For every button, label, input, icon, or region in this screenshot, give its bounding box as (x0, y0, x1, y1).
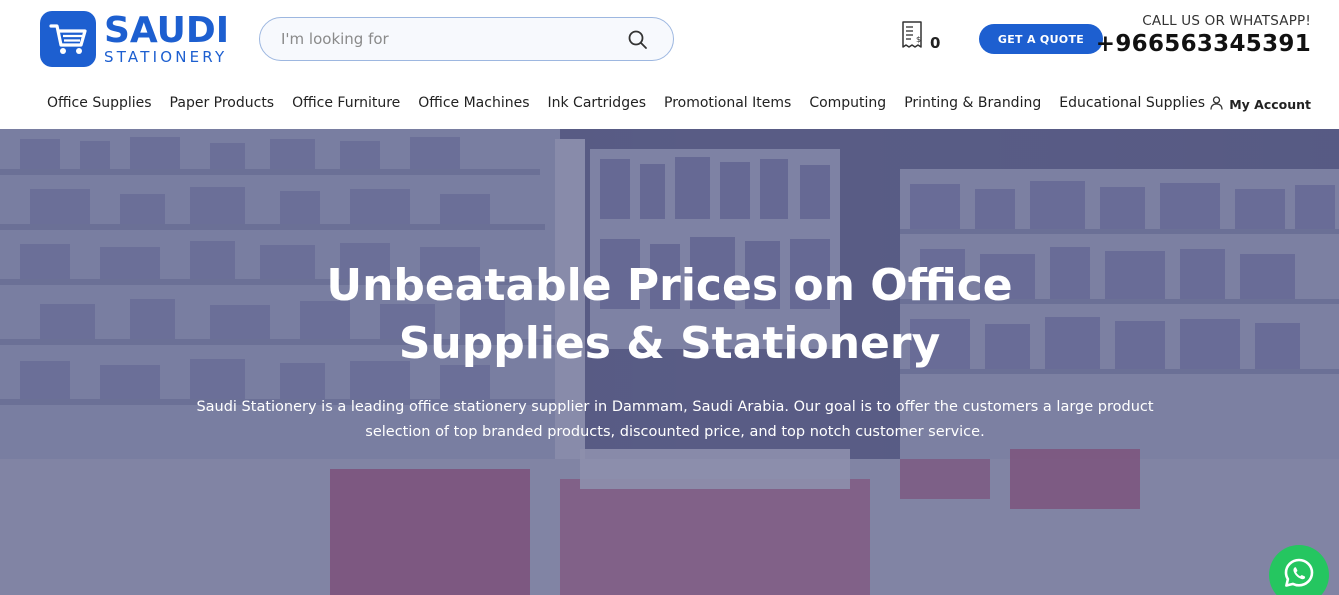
hero-title-line-1: Unbeatable Prices on Office (326, 260, 1013, 311)
nav-item-office-furniture[interactable]: Office Furniture (292, 95, 400, 111)
main-nav: Office Supplies Paper Products Office Fu… (0, 80, 1339, 129)
nav-item-office-machines[interactable]: Office Machines (418, 95, 529, 111)
search-icon[interactable] (627, 29, 649, 51)
search-bar (259, 17, 674, 61)
quote-list[interactable]: $ 0 (900, 20, 940, 55)
quote-count: 0 (930, 33, 941, 52)
nav-item-paper-products[interactable]: Paper Products (170, 95, 275, 111)
logo-subtitle: STATIONERY (104, 48, 228, 66)
hero-title-line-2: Supplies & Stationery (398, 318, 941, 369)
nav-item-printing-branding[interactable]: Printing & Branding (904, 95, 1041, 111)
hero-banner: Unbeatable Prices on Office Supplies & S… (0, 129, 1339, 595)
my-account-label: My Account (1229, 97, 1311, 112)
hero-description: Saudi Stationery is a leading office sta… (170, 395, 1180, 445)
quote-list-icon: $ (900, 20, 926, 55)
user-icon (1210, 96, 1229, 113)
get-a-quote-button[interactable]: GET A QUOTE (979, 24, 1103, 54)
phone-number[interactable]: +966563345391 (1096, 31, 1311, 57)
hero-description-line-2: selection of top branded products, disco… (365, 424, 985, 440)
whatsapp-icon (1282, 556, 1316, 595)
nav-item-office-supplies[interactable]: Office Supplies (47, 95, 152, 111)
site-logo[interactable]: SAUDI STATIONERY (40, 11, 229, 67)
logo-wordmark: SAUDI (104, 10, 230, 51)
svg-text:$: $ (916, 35, 921, 44)
hero-description-line-1: Saudi Stationery is a leading office sta… (196, 399, 1154, 415)
hero-title: Unbeatable Prices on Office Supplies & S… (0, 257, 1339, 373)
call-label: CALL US OR WHATSAPP! (1142, 13, 1311, 29)
cart-logo-icon (40, 11, 96, 67)
my-account-link[interactable]: My Account (1210, 96, 1311, 113)
site-header: SAUDI STATIONERY $ 0 GET A QUOTE (0, 0, 1339, 80)
nav-item-computing[interactable]: Computing (809, 95, 886, 111)
nav-item-educational-supplies[interactable]: Educational Supplies (1059, 95, 1205, 111)
contact-block: CALL US OR WHATSAPP! +966563345391 (1096, 13, 1311, 57)
nav-item-promotional-items[interactable]: Promotional Items (664, 95, 791, 111)
search-input[interactable] (260, 19, 620, 59)
nav-item-ink-cartridges[interactable]: Ink Cartridges (548, 95, 647, 111)
